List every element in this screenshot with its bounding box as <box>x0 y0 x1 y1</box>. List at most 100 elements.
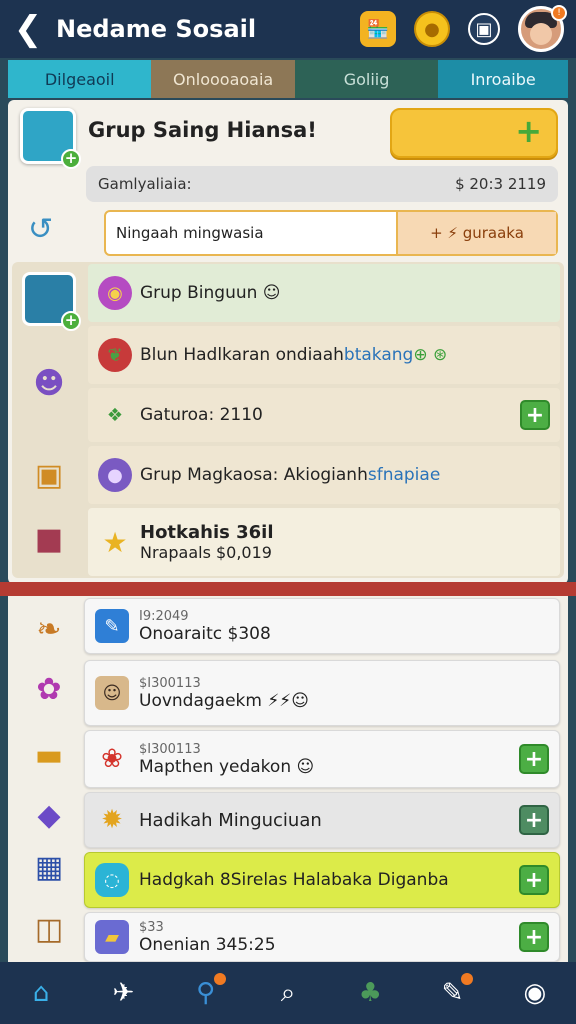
list-item-text: Gaturoa: 2110 <box>140 405 263 425</box>
activity-lines: I9:2049 Onoaraitc $308 <box>139 609 271 644</box>
tab-2[interactable]: Onloooaoaia <box>151 60 295 98</box>
activity-text: Hadgkah 8Sirelas Halabaka Diganba <box>139 870 449 890</box>
list-item[interactable]: ◉ Grup Binguun ☺ <box>88 264 560 322</box>
group-title: Grup Saing Hiansa! <box>88 118 317 142</box>
activity-lines: $I300113 Mapthen yedakon ☺ <box>139 742 314 777</box>
link-icon-glyph: ⚲ <box>196 978 216 1008</box>
chest-icon: ▣ <box>34 457 64 493</box>
user-face-icon: ☺ <box>95 676 129 710</box>
activity-row[interactable]: ☺ $I300113 Uovndagaekm ⚡⚡☺ <box>84 660 560 726</box>
activity-row[interactable]: ✹ Hadikah Minguciuan + <box>84 792 560 848</box>
activity-meta: $I300113 <box>139 741 201 757</box>
add-button[interactable]: + <box>519 865 549 895</box>
add-icon[interactable]: + <box>61 149 81 169</box>
group-avatar[interactable]: + <box>20 108 81 169</box>
inbox-icon[interactable]: ▣ <box>468 13 500 45</box>
tab-bar: Dilgeaoil Onloooaoaia Goliig Inroaibe <box>8 60 569 98</box>
message-input-row: + ⚡ guraaka <box>104 210 558 256</box>
activity-text: Uovndagaekm ⚡⚡☺ <box>139 690 309 711</box>
pencil-icon: ✎ <box>95 609 129 643</box>
bow-icon: ❀ <box>101 744 123 774</box>
info-label: Gamlyaliaia: <box>98 175 192 193</box>
activity-panel: ❧ ✿ ▬ ◆ ▦ ◫ ✎ I9:2049 Onoaraitc $308 ☺ $… <box>8 596 568 962</box>
activity-text: Onoaraitc $308 <box>139 623 271 644</box>
banner-icon: ◆ <box>37 797 61 833</box>
avatar-face <box>530 23 552 45</box>
tab-4[interactable]: Inroaibe <box>438 60 569 98</box>
location-icon[interactable]: ◉ <box>513 971 557 1015</box>
list-item-accent: sfnapiae <box>367 465 441 485</box>
plus-icon: + <box>515 112 542 150</box>
list-item-text: Grup Magkaosa: Akiogianh <box>140 465 368 485</box>
activity-row[interactable]: ◌ Hadgkah 8Sirelas Halabaka Diganba + <box>84 852 560 908</box>
ring-icon: ◉ <box>98 276 132 310</box>
list-item-content: Hotkahis 36il Nrapaals $0,019 <box>140 522 274 562</box>
basket-icon: ◫ <box>34 911 64 947</box>
list-item-subtitle: Nrapaals $0,019 <box>140 543 272 562</box>
list-item-title: Hotkahis 36il <box>140 522 274 543</box>
share-icon[interactable]: ↺ <box>28 212 62 247</box>
sun-badge-icon: ✹ <box>101 805 123 835</box>
app-title: Nedame Sosail <box>56 15 257 43</box>
avatar[interactable]: ! <box>518 5 567 52</box>
home-icon[interactable]: ⌂ <box>19 971 63 1015</box>
notification-badge: ! <box>551 5 567 21</box>
nav-badge <box>213 973 226 985</box>
activity-meta: I9:2049 <box>139 608 189 624</box>
send-icon[interactable]: ✈ <box>101 971 145 1015</box>
group-panel: + Grup Saing Hiansa! + Gamlyaliaia: $ 20… <box>8 100 568 584</box>
gift-box-icon: ■ <box>34 521 64 557</box>
tab-3[interactable]: Goliig <box>294 60 439 98</box>
box-icon: ▦ <box>34 849 64 885</box>
add-button[interactable]: + <box>519 922 549 952</box>
info-value: $ 20:3 2119 <box>455 175 546 193</box>
group-list: + ☻ ▣ ■ ◉ Grup Binguun ☺ ❦ Blun Hadlkara… <box>12 262 564 578</box>
section-divider <box>0 582 576 596</box>
shop-icon[interactable]: 🏪 <box>360 11 396 47</box>
activity-lines: $33 Onenian 345:25 <box>139 920 276 955</box>
scroll-icon[interactable]: + <box>22 272 81 331</box>
top-bar: ❮ Nedame Sosail 🏪 ● ▣ ! <box>0 0 576 58</box>
list-item[interactable]: ● Grup Magkaosa: Akiogianh sfnapiae <box>88 446 560 504</box>
ticket-icon: ▰ <box>95 920 129 954</box>
edit-icon-glyph: ✎ <box>441 978 464 1008</box>
activity-text: Hadikah Minguciuan <box>139 809 322 831</box>
clover-icon[interactable]: ♣ <box>348 971 392 1015</box>
activity-row[interactable]: ❀ $I300113 Mapthen yedakon ☺ + <box>84 730 560 788</box>
search-icon[interactable]: ⌕ <box>266 971 310 1015</box>
list-item-text: Blun Hadlkaran ondiaah <box>140 345 344 365</box>
submit-button[interactable]: + ⚡ guraaka <box>396 212 556 254</box>
add-group-button[interactable]: + <box>390 108 558 158</box>
activity-meta: $33 <box>139 919 164 935</box>
list-item-emoji: ⊕ ⊛ <box>413 345 448 365</box>
activity-row[interactable]: ▰ $33 Onenian 345:25 + <box>84 912 560 962</box>
activity-text: Mapthen yedakon ☺ <box>139 756 315 777</box>
fruit-icon: ❦ <box>98 338 132 372</box>
activity-row[interactable]: ✎ I9:2049 Onoaraitc $308 <box>84 598 560 654</box>
add-icon[interactable]: + <box>61 311 81 331</box>
bottom-nav: ⌂ ✈ ⚲ ⌕ ♣ ✎ ◉ <box>0 962 576 1024</box>
link-icon[interactable]: ⚲ <box>184 971 228 1015</box>
treasure-chest-icon: ▬ <box>34 737 64 773</box>
message-input[interactable] <box>106 212 396 254</box>
character-icon: ☻ <box>33 365 65 401</box>
star-icon: ★ <box>102 525 128 559</box>
info-bar: Gamlyaliaia: $ 20:3 2119 <box>86 166 558 202</box>
scroll-icon: ❧ <box>36 611 62 647</box>
edit-icon[interactable]: ✎ <box>431 971 475 1015</box>
tab-1[interactable]: Dilgeaoil <box>8 60 152 98</box>
list-item-accent: btakang <box>343 345 414 365</box>
list-item[interactable]: ★ Hotkahis 36il Nrapaals $0,019 <box>88 508 560 576</box>
gift-icon: ✿ <box>36 671 62 707</box>
coin-icon[interactable]: ● <box>414 11 450 47</box>
activity-lines: $I300113 Uovndagaekm ⚡⚡☺ <box>139 676 309 711</box>
add-button[interactable]: + <box>519 744 549 774</box>
back-icon[interactable]: ❮ <box>0 0 56 58</box>
list-item-text: Grup Binguun ☺ <box>140 283 281 303</box>
list-item[interactable]: ❖ Gaturoa: 2110 + <box>88 388 560 442</box>
nav-badge <box>460 973 473 985</box>
add-button[interactable]: + <box>520 400 550 430</box>
list-item[interactable]: ❦ Blun Hadlkaran ondiaah btakang ⊕ ⊛ <box>88 326 560 384</box>
add-button[interactable]: + <box>519 805 549 835</box>
clover-icon: ❖ <box>106 404 124 426</box>
